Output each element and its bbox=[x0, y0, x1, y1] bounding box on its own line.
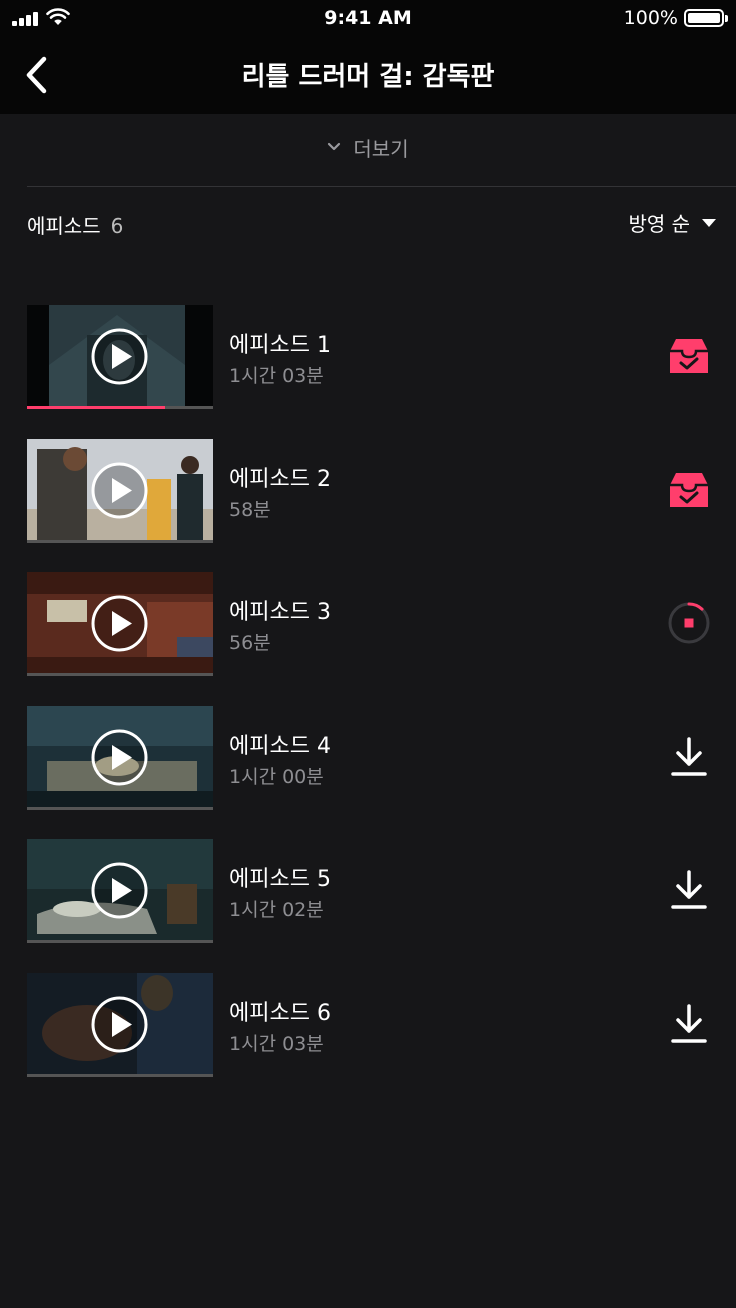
episode-duration: 56분 bbox=[229, 632, 271, 654]
watch-progress-track bbox=[27, 673, 213, 676]
episode-list: 에피소드 1 1시간 03분 에피소드 2 58분 에피소드 3 56분 에피소… bbox=[0, 305, 736, 1106]
episode-row[interactable]: 에피소드 1 1시간 03분 bbox=[0, 305, 736, 439]
episode-title: 에피소드 4 bbox=[229, 733, 331, 759]
play-icon[interactable] bbox=[91, 996, 148, 1053]
watch-progress-track bbox=[27, 806, 213, 810]
more-label: 더보기 bbox=[353, 136, 409, 161]
episodes-label: 에피소드 bbox=[27, 214, 101, 238]
watch-progress-track bbox=[27, 539, 213, 543]
sort-label: 방영 순 bbox=[628, 212, 690, 236]
watch-progress-track bbox=[27, 406, 213, 409]
episode-row[interactable]: 에피소드 4 1시간 00분 bbox=[0, 705, 736, 840]
episodes-header: 에피소드 6 bbox=[27, 210, 123, 239]
episode-thumbnail[interactable] bbox=[27, 972, 213, 1077]
watch-progress-fill bbox=[27, 406, 165, 409]
chevron-down-icon bbox=[328, 142, 341, 151]
watch-progress-track bbox=[27, 1073, 213, 1077]
caret-down-icon bbox=[702, 218, 716, 227]
episode-duration: 1시간 03분 bbox=[229, 365, 324, 387]
download-button[interactable] bbox=[666, 734, 712, 780]
play-icon[interactable] bbox=[91, 462, 148, 519]
battery-percentage: 100% bbox=[623, 7, 678, 29]
download-icon bbox=[671, 870, 707, 909]
episode-thumbnail[interactable] bbox=[27, 839, 213, 943]
episodes-count: 6 bbox=[110, 214, 124, 238]
episode-row[interactable]: 에피소드 6 1시간 03분 bbox=[0, 972, 736, 1107]
play-icon[interactable] bbox=[91, 595, 148, 652]
page-title: 리틀 드러머 걸: 감독판 bbox=[241, 62, 495, 92]
episode-thumbnail[interactable] bbox=[27, 305, 213, 409]
episode-title: 에피소드 5 bbox=[229, 867, 331, 892]
episode-title: 에피소드 2 bbox=[229, 466, 331, 492]
episode-thumbnail[interactable] bbox=[27, 705, 213, 810]
episode-title: 에피소드 1 bbox=[229, 333, 331, 358]
download-stop-button[interactable] bbox=[666, 600, 712, 646]
download-complete-icon bbox=[670, 339, 708, 373]
status-bar: 9:41 AM 100% bbox=[0, 0, 736, 36]
episode-duration: 1시간 02분 bbox=[229, 899, 324, 921]
episode-row[interactable]: 에피소드 2 58분 bbox=[0, 438, 736, 573]
episode-duration: 1시간 00분 bbox=[229, 765, 324, 788]
episode-duration: 58분 bbox=[229, 498, 271, 521]
download-complete-button[interactable] bbox=[666, 467, 712, 513]
episode-thumbnail[interactable] bbox=[27, 438, 213, 543]
episode-title: 에피소드 3 bbox=[229, 600, 331, 625]
more-button[interactable]: 더보기 bbox=[0, 122, 736, 172]
download-button[interactable] bbox=[666, 867, 712, 913]
divider bbox=[27, 186, 736, 187]
download-complete-icon bbox=[670, 472, 708, 507]
download-button[interactable] bbox=[666, 1001, 712, 1047]
episode-row[interactable]: 에피소드 3 56분 bbox=[0, 572, 736, 706]
episode-title: 에피소드 6 bbox=[229, 1000, 331, 1026]
play-icon[interactable] bbox=[91, 862, 148, 919]
nav-bar: 리틀 드러머 걸: 감독판 bbox=[0, 36, 736, 114]
play-icon[interactable] bbox=[91, 328, 148, 385]
play-icon[interactable] bbox=[91, 729, 148, 786]
download-complete-button[interactable] bbox=[666, 333, 712, 379]
watch-progress-track bbox=[27, 940, 213, 943]
download-progress-stop-icon bbox=[668, 602, 710, 644]
download-icon bbox=[671, 1003, 707, 1043]
episode-duration: 1시간 03분 bbox=[229, 1032, 324, 1055]
episode-thumbnail[interactable] bbox=[27, 572, 213, 676]
sort-dropdown[interactable]: 방영 순 bbox=[628, 208, 716, 237]
download-icon bbox=[671, 736, 707, 776]
battery-icon bbox=[684, 9, 728, 27]
episode-row[interactable]: 에피소드 5 1시간 02분 bbox=[0, 839, 736, 973]
